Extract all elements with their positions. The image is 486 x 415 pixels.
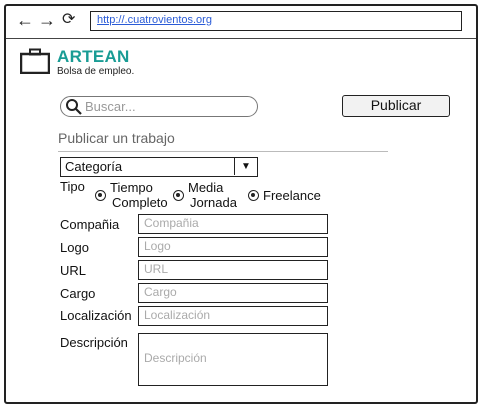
forward-arrow-icon[interactable]: → xyxy=(38,10,56,30)
brand-name: ARTEAN xyxy=(57,47,130,66)
logo-label: Logo xyxy=(60,240,89,255)
browser-window: ← → ⟳ http://.cuatrovientos.org ARTEAN B… xyxy=(4,4,478,404)
search-placeholder: Buscar... xyxy=(85,99,136,114)
cargo-field[interactable]: Cargo xyxy=(138,283,328,303)
radio-label-media-jornada: Media Jornada xyxy=(188,180,237,210)
company-field[interactable]: Compañia xyxy=(138,214,328,234)
reload-icon[interactable]: ⟳ xyxy=(62,10,75,30)
dropdown-arrow-icon[interactable]: ▼ xyxy=(234,158,257,175)
radio-label-freelance: Freelance xyxy=(263,188,321,203)
cargo-label: Cargo xyxy=(60,286,96,301)
search-icon xyxy=(66,99,82,115)
browser-toolbar: ← → ⟳ http://.cuatrovientos.org xyxy=(6,6,476,39)
back-arrow-icon[interactable]: ← xyxy=(16,10,34,30)
logo-field[interactable]: Logo xyxy=(138,237,328,257)
brand-subtitle: Bolsa de empleo. xyxy=(57,66,135,77)
url-label: URL xyxy=(60,263,87,278)
description-field[interactable]: Descripción xyxy=(138,333,328,386)
radio-media-jornada[interactable] xyxy=(173,190,184,201)
company-label: Compañia xyxy=(60,217,120,232)
location-field[interactable]: Localización xyxy=(138,306,328,326)
divider xyxy=(58,151,388,152)
section-title: Publicar un trabajo xyxy=(58,130,175,146)
radio-tiempo-completo[interactable] xyxy=(95,190,106,201)
category-select[interactable]: Categoría ▼ xyxy=(60,157,258,177)
description-label: Descripción xyxy=(60,335,128,350)
briefcase-icon xyxy=(20,48,50,74)
search-input[interactable]: Buscar... xyxy=(60,96,258,117)
address-bar[interactable]: http://.cuatrovientos.org xyxy=(90,11,462,31)
type-label: Tipo xyxy=(60,179,85,194)
publish-button[interactable]: Publicar xyxy=(342,95,450,117)
category-value: Categoría xyxy=(65,159,123,174)
radio-freelance[interactable] xyxy=(248,190,259,201)
radio-label-tiempo-completo: Tiempo Completo xyxy=(110,180,168,210)
location-label: Localización xyxy=(60,308,132,323)
url-field[interactable]: URL xyxy=(138,260,328,280)
